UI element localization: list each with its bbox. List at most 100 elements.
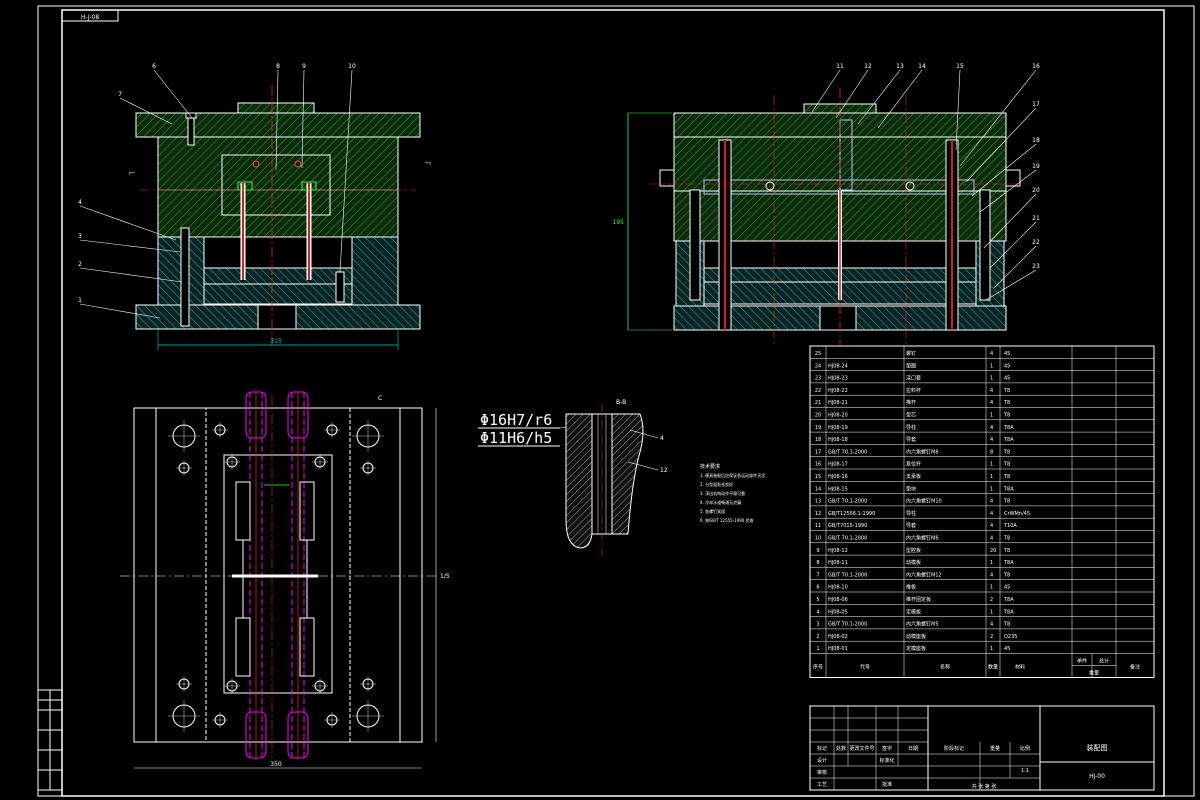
tb-check: 审核 (817, 769, 827, 776)
tech-note-line: 5. 各螺钉紧固 (700, 508, 725, 514)
bom-cell: 2 (990, 597, 993, 603)
bom-cell: 22 (815, 388, 821, 394)
bom-cell: 导套 (906, 522, 916, 529)
plan-height-dim: 1/5 (440, 573, 450, 580)
bom-cell: 19 (815, 425, 821, 431)
bom-cell: 13 (815, 499, 821, 505)
bom-cell: 4 (816, 609, 819, 615)
bom-cell: HJ08-10 (828, 585, 848, 591)
plan-width-dim: 350 (270, 761, 282, 768)
bom-cell: HJ08-20 (828, 413, 848, 419)
tb-label-count: 处数 (836, 745, 846, 752)
bom-cell: GB/T12556.1-1990 (828, 511, 875, 517)
front-section-view: 315 ⌐ ¬ 6 7 8 9 10 4 3 2 1 (78, 63, 432, 350)
bom-cell: 4 (990, 523, 993, 529)
front-balloon-7: 7 (118, 91, 122, 98)
bom-cell: GB/T 70.1-2000 (828, 622, 867, 628)
bom-cell: 7 (816, 572, 819, 578)
bom-cell: 10 (815, 536, 821, 542)
bom-cell: 4 (990, 511, 993, 517)
bom-header-cell: 名称 (940, 664, 950, 671)
side-balloon-15: 15 (956, 63, 964, 70)
bom-cell: 导柱 (906, 424, 916, 431)
side-balloon-13: 13 (896, 63, 904, 70)
tb-sheet: 共 张 第 张 (972, 783, 997, 790)
fit-note-line1: Φ16H7/r6 (480, 411, 552, 429)
bom-cell: T8 (1003, 536, 1010, 542)
bom-cell: T8 (1003, 388, 1010, 394)
tb-weight: 重量 (990, 745, 1000, 752)
bom-cell: 1 (990, 462, 993, 468)
bom-cell: 1 (990, 486, 993, 492)
bom-cell: T8A (1003, 437, 1014, 443)
bom-cell: 2 (990, 634, 993, 640)
bom-cell: 1 (990, 560, 993, 566)
bom-cell: 20 (815, 413, 821, 419)
detail-balloon-4: 4 (660, 435, 664, 442)
front-balloon-6: 6 (152, 63, 156, 70)
bom-cell: 拉料杆 (906, 387, 921, 394)
bom-cell: 1 (990, 609, 993, 615)
bom-header-cell: 序号 (813, 664, 823, 671)
bom-cell: 17 (815, 449, 821, 455)
side-balloon-22: 22 (1032, 239, 1040, 246)
bom-cell: 4 (990, 437, 993, 443)
bom-cell: 支承板 (906, 473, 921, 480)
tb-label-sign: 签字 (882, 745, 892, 752)
bom-cell: 45 (1004, 351, 1010, 357)
front-balloon-1: 1 (78, 297, 82, 304)
front-balloon-4: 4 (78, 199, 82, 206)
side-balloon-14: 14 (918, 63, 926, 70)
side-balloon-21: 21 (1032, 215, 1040, 222)
bom-cell: 11 (815, 523, 821, 529)
bom-cell: 9 (816, 548, 819, 554)
bom-cell: 1 (990, 363, 993, 369)
drawing-code: HJ-00 (1089, 773, 1105, 780)
title-block: 装配图 HJ-00 标记 处数 更改文件号 签字 日期 设计 审核 工艺 标准化… (809, 705, 1155, 791)
detail-view: B-B 4 12 (565, 399, 668, 556)
bom-cell: 导柱 (906, 510, 916, 517)
bom-cell: 2 (816, 634, 819, 640)
bom-cell: HJ08-19 (828, 425, 848, 431)
bom-cell: HJ08-18 (828, 437, 848, 443)
bom-cell: 1 (990, 413, 993, 419)
bom-cell: 18 (815, 437, 821, 443)
front-balloon-10: 10 (348, 63, 356, 70)
bom-cell: T8 (1003, 462, 1010, 468)
bom-cell: 螺钉 (906, 350, 916, 357)
tech-note-line: 技术要求 (700, 463, 720, 470)
section-mark-c: C (378, 395, 382, 402)
bom-header-cell: 单件 (1077, 658, 1087, 665)
bom-cell: HJ08-23 (828, 376, 848, 382)
drawing-canvas: H-J-08 315 ⌐ ¬ 6 7 8 9 10 4 3 2 1 195 11… (0, 0, 1200, 800)
bom-cell: 45 (1004, 585, 1010, 591)
tb-design: 设计 (817, 757, 827, 764)
corner-tag: H-J-08 (81, 14, 100, 21)
section-mark-right: ¬ (424, 159, 432, 169)
bom-cell: 1 (990, 376, 993, 382)
side-height-dim: 195 (613, 219, 625, 226)
bom-cell: 动模座板 (906, 633, 926, 640)
bom-header-cell: 材料 (1015, 664, 1025, 671)
bom-cell: HJ08-02 (828, 634, 848, 640)
bom-cell: 垫圈 (906, 362, 916, 369)
drawing-name: 装配图 (1087, 743, 1108, 752)
bom-header-weight: 重量 (1089, 670, 1099, 677)
tb-scale-label: 比例 (1020, 745, 1030, 752)
bom-cell: T8A (1003, 609, 1014, 615)
bom-cell: 16 (815, 462, 821, 468)
bom-cell: T8 (1003, 548, 1010, 554)
bom-cell: 14 (815, 486, 821, 492)
bom-cell: 23 (815, 376, 821, 382)
bom-cell: 1 (990, 585, 993, 591)
side-section-view: 195 11 12 13 14 15 16 17 18 19 20 21 22 23 (613, 63, 1040, 345)
bom-cell: 内六角螺钉M12 (906, 571, 942, 578)
tb-label-date: 日期 (908, 746, 918, 752)
bom-cell: 5 (816, 597, 819, 603)
tb-label-mark: 标记 (817, 745, 827, 752)
bom-cell: GB/T 70.1-2000 (828, 572, 867, 578)
side-balloon-20: 20 (1032, 187, 1040, 194)
bom-cell: 复位杆 (906, 461, 921, 468)
bom-cell: 型腔板 (906, 547, 921, 554)
bom-cell: T8A (1003, 486, 1014, 492)
